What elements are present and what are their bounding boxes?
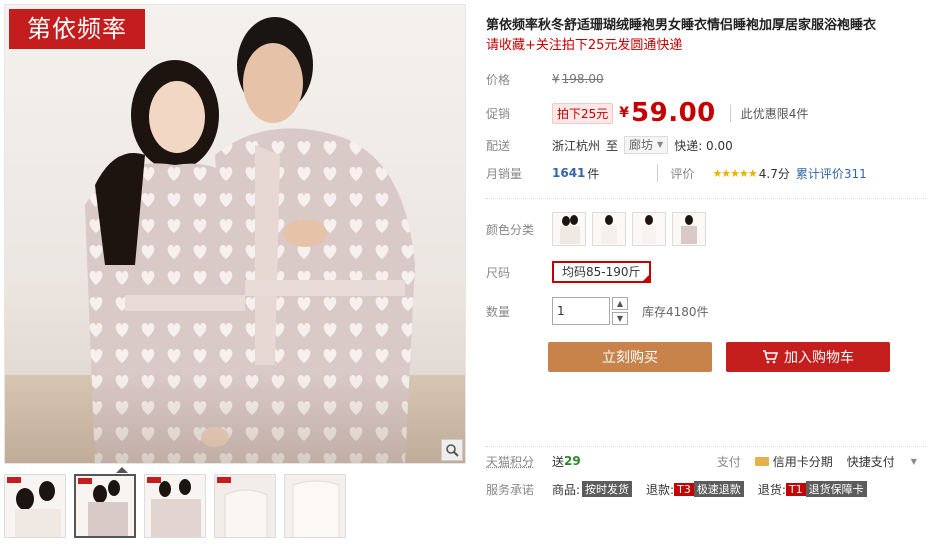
chevron-down-icon: ▼ [657,140,664,149]
size-label: 尺码 [486,265,511,280]
quick-pay[interactable]: 快捷支付 [847,453,895,470]
promo-limit: 此优惠限4件 [729,104,808,122]
shipping-label: 配送 [486,138,511,153]
points-give: 送 [552,454,565,469]
service-label: 服务承诺 [486,482,535,497]
product-subtitle: 请收藏+关注拍下25元发圆通快递 [486,38,683,53]
shipping-row: 配送 浙江杭州 至 廊坊 ▼ 快递: 0.00 [486,134,926,156]
decrement-icon[interactable]: ▼ [612,312,628,325]
return-tag[interactable]: 极速退款 [693,481,744,497]
buy-now-button[interactable]: 立刻购买 [548,342,712,372]
thumbnail-3[interactable] [144,474,206,538]
selected-check-icon [640,273,651,283]
color-option-2[interactable] [592,212,626,246]
main-product-image[interactable]: 第依频率 [4,4,466,464]
return-code-badge: T3 [674,482,694,496]
express-fee: 快递: 0.00 [674,138,733,153]
ship-code-badge: T1 [785,482,806,496]
currency-symbol: ¥ [619,105,630,121]
promo-price: 59.00 [631,98,716,128]
quantity-label: 数量 [486,304,511,319]
promo-row: 促销 拍下25元 ¥ 59.00 此优惠限4件 [486,98,926,128]
pay-label: 支付 [716,454,741,469]
return-label: 退款: [646,482,675,497]
thumbnail-4[interactable] [214,474,276,538]
product-title: 第依频率秋冬舒适珊瑚绒睡袍男女睡衣情侣睡袍加厚居家服浴袍睡衣 [486,18,877,33]
rating-stars-icon: ★★★★★ [712,166,757,180]
add-to-cart-button[interactable]: 加入购物车 [726,342,890,372]
total-reviews-link[interactable]: 累计评价311 [796,165,867,182]
zoom-icon[interactable] [441,439,463,461]
points-label[interactable]: 天猫积分 [486,453,552,470]
action-buttons: 立刻购买 加入购物车 [486,341,926,373]
quantity-stepper: ▲ ▼ [612,297,628,325]
chevron-down-icon[interactable]: ▼ [911,457,917,466]
image-floor-shade [5,373,465,463]
color-option-3[interactable] [632,212,666,246]
rating-label: 评价 [657,164,694,182]
quantity-row: 数量 1 ▲ ▼ 库存4180件 [486,295,926,327]
credit-card-icon [754,456,769,466]
original-price: ¥198.00 [552,72,604,86]
service-row: 服务承诺 商品: 按时发货 退款: T3 极速退款 退货: T1 退货保障卡 [486,475,926,503]
active-thumb-indicator [116,467,128,473]
thumbnail-2[interactable] [74,474,136,538]
thumbnail-1[interactable] [4,474,66,538]
sales-unit: 件 [587,166,600,181]
ship-from: 浙江杭州 [552,138,601,153]
goods-label: 商品: [552,482,581,497]
stock-count: 库存4180件 [642,304,709,319]
color-label: 颜色分类 [486,222,535,237]
ship-to-word: 至 [606,138,619,153]
promo-tag: 拍下25元 [552,102,614,124]
divider [486,198,926,199]
goods-tag[interactable]: 按时发货 [582,481,633,497]
quantity-input[interactable]: 1 [552,297,610,325]
sales-row: 月销量 1641 件 评价 ★★★★★ 4.7分 累计评价311 [486,162,926,184]
rating-score: 4.7分 [758,166,790,181]
thumbnail-strip [4,474,346,538]
size-row: 尺码 均码85-190斤 [486,259,926,285]
sales-label: 月销量 [486,166,523,181]
size-option-selected[interactable]: 均码85-190斤 [552,261,651,283]
thumbnail-5[interactable] [284,474,346,538]
service-section: 天猫积分 送 29 支付 信用卡分期 快捷支付 ▼ 服务承诺 商品: 按时发货 … [486,446,926,503]
color-row: 颜色分类 [486,211,926,247]
points-value: 29 [564,454,581,468]
increment-icon[interactable]: ▲ [612,297,628,310]
credit-card-installment[interactable]: 信用卡分期 [754,453,833,470]
color-option-1[interactable] [552,212,586,246]
monthly-sales: 1641 [552,166,586,180]
brand-badge: 第依频率 [9,9,145,49]
ship-return-tag[interactable]: 退货保障卡 [805,481,867,497]
promo-label: 促销 [486,106,511,121]
points-row: 天猫积分 送 29 支付 信用卡分期 快捷支付 ▼ [486,447,926,475]
price-row: 价格 ¥198.00 [486,68,926,90]
cart-icon [763,350,778,364]
product-info: 第依频率秋冬舒适珊瑚绒睡袍男女睡衣情侣睡袍加厚居家服浴袍睡衣 请收藏+关注拍下2… [486,16,926,373]
product-gallery: 第依频率 [4,4,466,542]
destination-city-select[interactable]: 廊坊 ▼ [624,136,669,154]
price-label: 价格 [486,72,511,87]
ship-return-label: 退货: [757,482,786,497]
color-option-4[interactable] [672,212,706,246]
